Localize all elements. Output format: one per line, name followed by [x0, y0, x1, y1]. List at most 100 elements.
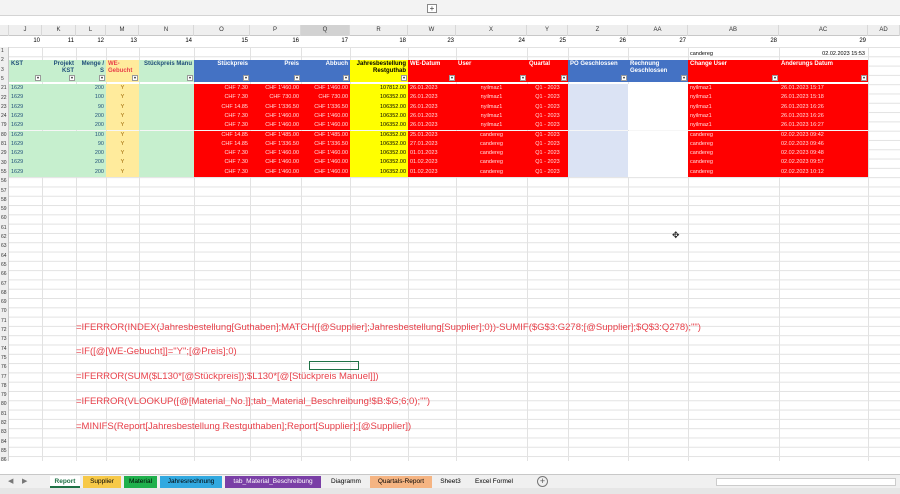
row-header[interactable]: 70 — [0, 308, 8, 314]
cell-preis[interactable]: CHF 1'460.00 — [250, 84, 301, 94]
cell-menge[interactable]: 200 — [76, 167, 106, 177]
cell-rest[interactable]: 106352.00 — [350, 102, 408, 112]
row-header[interactable]: 62 — [0, 234, 8, 240]
cell-empty[interactable] — [42, 84, 76, 94]
row-header[interactable]: 59 — [0, 206, 8, 212]
row-header[interactable]: 80 — [0, 401, 8, 407]
cell-cuser[interactable]: candereg — [688, 167, 779, 177]
header-jahresbestellung[interactable]: Jahresbestellung Restguthab ▾ — [350, 60, 408, 82]
cell-menge[interactable]: 200 — [76, 84, 106, 94]
cell-stueck[interactable]: CHF 7.30 — [194, 149, 250, 159]
cell-user[interactable]: nyilmaz1 — [456, 93, 527, 103]
cell-kst[interactable]: 1629 — [9, 84, 42, 94]
cell-empty[interactable] — [568, 93, 628, 103]
cell-kst[interactable]: 1629 — [9, 139, 42, 150]
cell-cuser[interactable]: candereg — [688, 139, 779, 150]
cell-menge[interactable]: 200 — [76, 158, 106, 168]
cell-abbuch[interactable]: CHF 1'460.00 — [301, 84, 350, 94]
row-header[interactable]: 72 — [0, 327, 8, 333]
col-header-l[interactable]: L — [76, 25, 106, 36]
expand-ribbon-button[interactable]: + — [427, 4, 437, 13]
cell-empty[interactable] — [42, 102, 76, 112]
cell-empty[interactable] — [568, 139, 628, 150]
cell-stueck[interactable]: CHF 7.30 — [194, 84, 250, 94]
cell-user[interactable]: nyilmaz1 — [456, 102, 527, 112]
col-header-z[interactable]: Z — [568, 25, 628, 36]
prev-sheet-arrow-icon[interactable]: ◀ — [8, 477, 13, 485]
cell-kst[interactable]: 1629 — [9, 93, 42, 103]
cell-rest[interactable]: 106352.00 — [350, 139, 408, 150]
cell-cdatum[interactable]: 02.02.2023 09:42 — [779, 130, 868, 140]
cell-stueck[interactable]: CHF 7.30 — [194, 167, 250, 177]
cell-empty[interactable] — [568, 102, 628, 112]
filter-dropdown-icon[interactable]: ▾ — [343, 75, 349, 81]
row-header[interactable]: 21 — [0, 85, 8, 91]
header-aenderung-datum[interactable]: Änderungs Datum ▾ — [779, 60, 868, 82]
header-abbuchung[interactable]: Abbuch ▾ — [301, 60, 350, 82]
cell-empty[interactable] — [139, 139, 194, 150]
row-header[interactable]: 81 — [0, 141, 8, 147]
cell-preis[interactable]: CHF 1'460.00 — [250, 149, 301, 159]
row-header[interactable]: 80 — [0, 132, 8, 138]
cell-rest[interactable]: 106352.00 — [350, 121, 408, 131]
header-po-geschlossen[interactable]: PO Geschlossen ▾ — [568, 60, 628, 82]
cell-user[interactable]: candereg — [456, 149, 527, 159]
row-header[interactable]: 76 — [0, 364, 8, 370]
cell-datum[interactable]: 26.01.2023 — [408, 121, 456, 131]
cell-cuser[interactable]: nyilmaz1 — [688, 111, 779, 122]
cell-empty[interactable] — [568, 84, 628, 94]
cell-empty[interactable] — [139, 111, 194, 122]
cell-cuser[interactable]: candereg — [688, 158, 779, 168]
row-header[interactable]: 29 — [0, 150, 8, 156]
cell-empty[interactable] — [628, 149, 688, 159]
cell-empty[interactable] — [628, 93, 688, 103]
col-header-j[interactable]: J — [9, 25, 42, 36]
row-header[interactable]: 77 — [0, 374, 8, 380]
col-header-r[interactable]: R — [350, 25, 408, 36]
cell-preis[interactable]: CHF 1'485.00 — [250, 130, 301, 140]
cell-rest[interactable]: 106352.00 — [350, 158, 408, 168]
filter-dropdown-icon[interactable]: ▾ — [401, 75, 407, 81]
cell-menge[interactable]: 100 — [76, 130, 106, 140]
cell-abbuch[interactable]: CHF 1'336.50 — [301, 139, 350, 150]
cell-empty[interactable] — [139, 93, 194, 103]
tab-supplier[interactable]: Supplier — [83, 476, 121, 488]
cell-empty[interactable] — [42, 149, 76, 159]
header-menge[interactable]: Menge / S ▾ — [76, 60, 106, 82]
tab-material[interactable]: Material — [124, 476, 157, 488]
cell-datum[interactable]: 26.01.2023 — [408, 102, 456, 112]
row-header[interactable]: 30 — [0, 160, 8, 166]
worksheet-grid[interactable]: candereg 02.02.2023 15:53 KST ▾ Projekt K… — [9, 47, 900, 461]
row-header[interactable]: 79 — [0, 392, 8, 398]
col-header-w[interactable]: W — [408, 25, 456, 36]
col-header-aa[interactable]: AA — [628, 25, 688, 36]
cell-stueck[interactable]: CHF 7.30 — [194, 111, 250, 122]
cell-preis[interactable]: CHF 1'460.00 — [250, 111, 301, 122]
filter-dropdown-icon[interactable]: ▾ — [621, 75, 627, 81]
cell-cdatum[interactable]: 02.02.2023 10:12 — [779, 167, 868, 177]
cell-we[interactable]: Y — [106, 84, 139, 94]
cell-rest[interactable]: 106352.00 — [350, 130, 408, 140]
cell-empty[interactable] — [42, 158, 76, 168]
cell-user[interactable]: candereg — [456, 139, 527, 150]
col-header-n[interactable]: N — [139, 25, 194, 36]
cell-rest[interactable]: 106352.00 — [350, 111, 408, 122]
cell-we[interactable]: Y — [106, 121, 139, 131]
cell-empty[interactable] — [139, 149, 194, 159]
header-projekt-kst[interactable]: Projekt KST ▾ — [42, 60, 76, 82]
tab-report[interactable]: Report — [50, 476, 80, 488]
header-kst[interactable]: KST ▾ — [9, 60, 42, 82]
row-header[interactable]: 57 — [0, 188, 8, 194]
cell-kst[interactable]: 1629 — [9, 102, 42, 112]
selected-cell[interactable] — [309, 361, 359, 370]
filter-dropdown-icon[interactable]: ▾ — [69, 75, 75, 81]
cell-datum[interactable]: 01.02.2023 — [408, 158, 456, 168]
cell-cdatum[interactable]: 26.01.2023 15:17 — [779, 84, 868, 94]
cell-empty[interactable] — [139, 130, 194, 140]
cell-abbuch[interactable]: CHF 1'460.00 — [301, 111, 350, 122]
row-header[interactable]: 86 — [0, 457, 8, 461]
filter-dropdown-icon[interactable]: ▾ — [520, 75, 526, 81]
cell-abbuch[interactable]: CHF 1'460.00 — [301, 121, 350, 131]
cell-stueck[interactable]: CHF 14.85 — [194, 139, 250, 150]
cell-rest[interactable]: 106352.00 — [350, 149, 408, 159]
